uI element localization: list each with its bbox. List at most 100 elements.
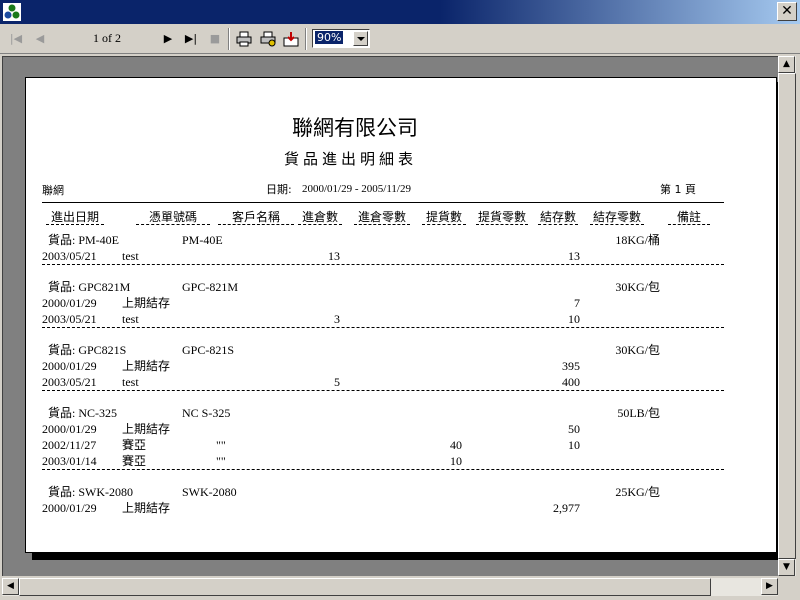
column-underline [298, 224, 342, 225]
item-unit: 50LB/包 [617, 406, 660, 420]
scroll-up-icon[interactable]: ▲ [778, 56, 795, 73]
column-header: 進出日期 [50, 210, 99, 224]
report-page: 聯網有限公司 貨品進出明細表 聯網 日期: 2000/01/29 - 2005/… [25, 77, 777, 553]
item-code: 貨品: GPC821M [48, 280, 131, 294]
item-name: PM-40E [182, 233, 223, 247]
column-underline [668, 224, 710, 225]
close-button[interactable]: ✕ [777, 2, 797, 21]
toolbar-separator [305, 28, 307, 50]
scroll-right-icon[interactable]: ▶ [761, 578, 778, 595]
item-name: SWK-2080 [182, 485, 237, 499]
scroll-down-icon[interactable]: ▼ [778, 559, 795, 576]
row-date: 2000/01/29 [42, 296, 97, 310]
preview-viewport: 聯網有限公司 貨品進出明細表 聯網 日期: 2000/01/29 - 2005/… [2, 56, 778, 576]
stop-icon[interactable]: ■ [207, 30, 223, 48]
horizontal-scroll-thumb[interactable] [19, 578, 711, 596]
row-balance: 395 [562, 359, 580, 373]
export-icon[interactable] [283, 30, 299, 48]
row-date: 2003/05/21 [42, 249, 97, 263]
row-in-quantity: 3 [334, 312, 340, 326]
group-separator [42, 469, 724, 470]
zoom-value: 90% [315, 31, 344, 44]
column-header: 提貨零數 [477, 210, 526, 224]
row-date: 2000/01/29 [42, 359, 97, 373]
column-header: 結存零數 [592, 210, 641, 224]
row-in-quantity: 5 [334, 375, 340, 389]
item-name: NC S-325 [182, 406, 231, 420]
row-out-quantity: 40 [450, 438, 462, 452]
row-in-quantity: 13 [328, 249, 340, 263]
row-document: 賽亞 [122, 454, 147, 468]
scroll-left-icon[interactable]: ◀ [2, 578, 19, 595]
previous-page-icon[interactable]: ◀ [32, 30, 48, 48]
row-customer: "" [216, 454, 226, 468]
row-balance: 400 [562, 375, 580, 389]
row-balance: 13 [568, 249, 580, 263]
column-header: 客戶名稱 [231, 210, 280, 224]
column-underline [422, 224, 466, 225]
column-underline [590, 224, 644, 225]
vertical-scrollbar[interactable]: ▲ ▼ [778, 56, 796, 576]
scrollbar-corner [778, 578, 796, 596]
toolbar-separator [228, 28, 230, 50]
row-document: 上期結存 [122, 359, 171, 373]
next-page-icon[interactable]: ▶ [160, 30, 176, 48]
row-document: 上期結存 [122, 296, 171, 310]
header-rule [42, 202, 724, 203]
row-document: test [122, 249, 139, 263]
last-page-icon[interactable]: ▶| [183, 30, 199, 48]
report-title: 貨品進出明細表 [284, 150, 418, 168]
column-underline [354, 224, 410, 225]
print-icon[interactable] [236, 30, 252, 48]
row-balance: 7 [574, 296, 580, 310]
zoom-select[interactable]: 90% [312, 29, 370, 48]
item-unit: 18KG/桶 [615, 233, 660, 247]
item-unit: 25KG/包 [615, 485, 660, 499]
item-code: 貨品: NC-325 [48, 406, 118, 420]
group-separator [42, 264, 724, 265]
row-balance: 10 [568, 438, 580, 452]
row-document: test [122, 312, 139, 326]
row-document: test [122, 375, 139, 389]
column-header: 進倉零數 [357, 210, 406, 224]
horizontal-scrollbar[interactable]: ◀ ▶ [2, 578, 778, 596]
column-header: 提貨數 [425, 210, 462, 224]
print-setup-icon[interactable] [260, 30, 276, 48]
item-unit: 30KG/包 [615, 280, 660, 294]
item-code: 貨品: PM-40E [48, 233, 120, 247]
row-date: 2003/05/21 [42, 312, 97, 326]
row-date: 2000/01/29 [42, 501, 97, 515]
group-separator [42, 327, 724, 328]
app-icon [3, 3, 21, 21]
group-separator [42, 390, 724, 391]
report-left-label: 聯網 [42, 184, 64, 197]
column-header: 憑單號碼 [148, 210, 197, 224]
toolbar: |◀ ◀ 1 of 2 ▶ ▶| ■ 90% [0, 24, 800, 54]
column-underline [136, 224, 210, 225]
title-bar: ✕ [0, 0, 800, 24]
item-code: 貨品: SWK-2080 [48, 485, 133, 499]
item-code: 貨品: GPC821S [48, 343, 127, 357]
row-date: 2003/05/21 [42, 375, 97, 389]
row-date: 2000/01/29 [42, 422, 97, 436]
row-balance: 2,977 [553, 501, 580, 515]
chevron-down-icon[interactable] [353, 31, 368, 46]
vertical-scroll-thumb[interactable] [778, 73, 796, 559]
page-indicator: 1 of 2 [93, 31, 121, 45]
column-header: 進倉數 [301, 210, 338, 224]
item-name: GPC-821M [182, 280, 239, 294]
column-header: 備註 [676, 210, 701, 224]
date-label: 日期: [266, 183, 292, 196]
row-out-quantity: 10 [450, 454, 462, 468]
page-number: 第 1 頁 [660, 183, 696, 196]
row-balance: 50 [568, 422, 580, 436]
column-header: 結存數 [539, 210, 576, 224]
item-unit: 30KG/包 [615, 343, 660, 357]
date-range: 2000/01/29 - 2005/11/29 [302, 183, 411, 195]
row-date: 2003/01/14 [42, 454, 97, 468]
first-page-icon[interactable]: |◀ [8, 30, 24, 48]
column-underline [538, 224, 578, 225]
column-underline [218, 224, 294, 225]
column-underline [476, 224, 528, 225]
row-balance: 10 [568, 312, 580, 326]
